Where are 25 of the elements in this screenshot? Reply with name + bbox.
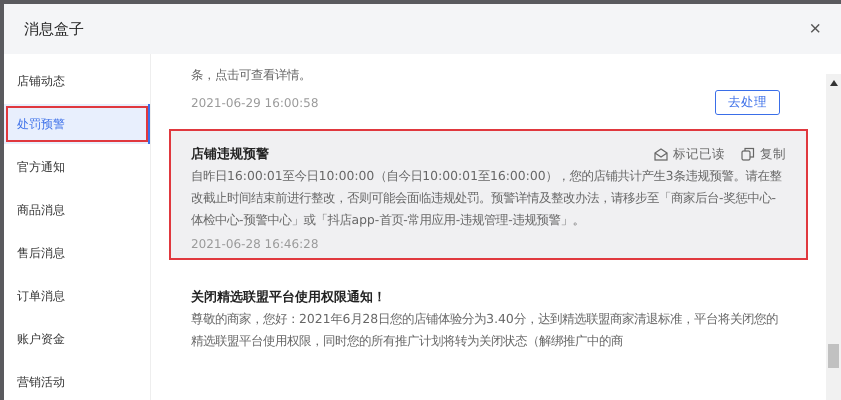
copy-button[interactable]: 复制: [741, 146, 786, 162]
message-text: 尊敬的商家，您好：2021年6月28日您的店铺体验分为3.40分，达到精选联盟商家清退标准，平台将关闭您的精选联盟平台使用权限，同时您的所有推广计划将转为关闭状态（解绑推广中的商: [191, 310, 779, 350]
message-time: 2021-06-28 16:46:28: [191, 237, 318, 251]
sidebar-item[interactable]: 订单消息: [4, 276, 150, 316]
close-button[interactable]: ×: [809, 18, 821, 40]
sidebar-item[interactable]: 账户资金: [4, 319, 150, 359]
sidebar-item[interactable]: 商品消息: [4, 190, 150, 230]
message-title: 店铺违规预警: [191, 146, 269, 163]
message-text: 条，点击可查看详情。: [191, 66, 312, 84]
scrollbar[interactable]: [826, 74, 841, 400]
scroll-thumb[interactable]: [828, 344, 839, 368]
mark-read-button[interactable]: 标记已读: [654, 146, 725, 162]
dialog-title: 消息盒子: [24, 20, 84, 38]
message-time: 2021-06-29 16:00:58: [191, 96, 318, 110]
message-title: 关闭精选联盟平台使用权限通知！: [191, 288, 386, 306]
message-text: 自昨日16:00:01至今日10:00:00（自今日10:00:01至16:00:00），您的店铺共计产生3条违规预警。请在整改截止时间结束前进行整改，否则可能会面临违规处罚。预警详情及整改办法，请移步至「商家后台-奖惩中心-体检中心-预警中心」或「抖店app-首页-常用应用-违规管理-违规预警」。: [191, 167, 782, 229]
sidebar-item[interactable]: 店铺动态: [4, 61, 150, 101]
process-button[interactable]: 去处理: [715, 90, 780, 115]
sidebar-item[interactable]: 处罚预警: [4, 104, 150, 144]
envelope-icon: [654, 148, 668, 160]
copy-icon: [741, 147, 755, 161]
sidebar-item[interactable]: 营销活动: [4, 362, 150, 400]
sidebar-item[interactable]: 售后消息: [4, 233, 150, 273]
sidebar-item[interactable]: 官方通知: [4, 147, 150, 187]
scroll-up-icon[interactable]: [830, 80, 838, 86]
